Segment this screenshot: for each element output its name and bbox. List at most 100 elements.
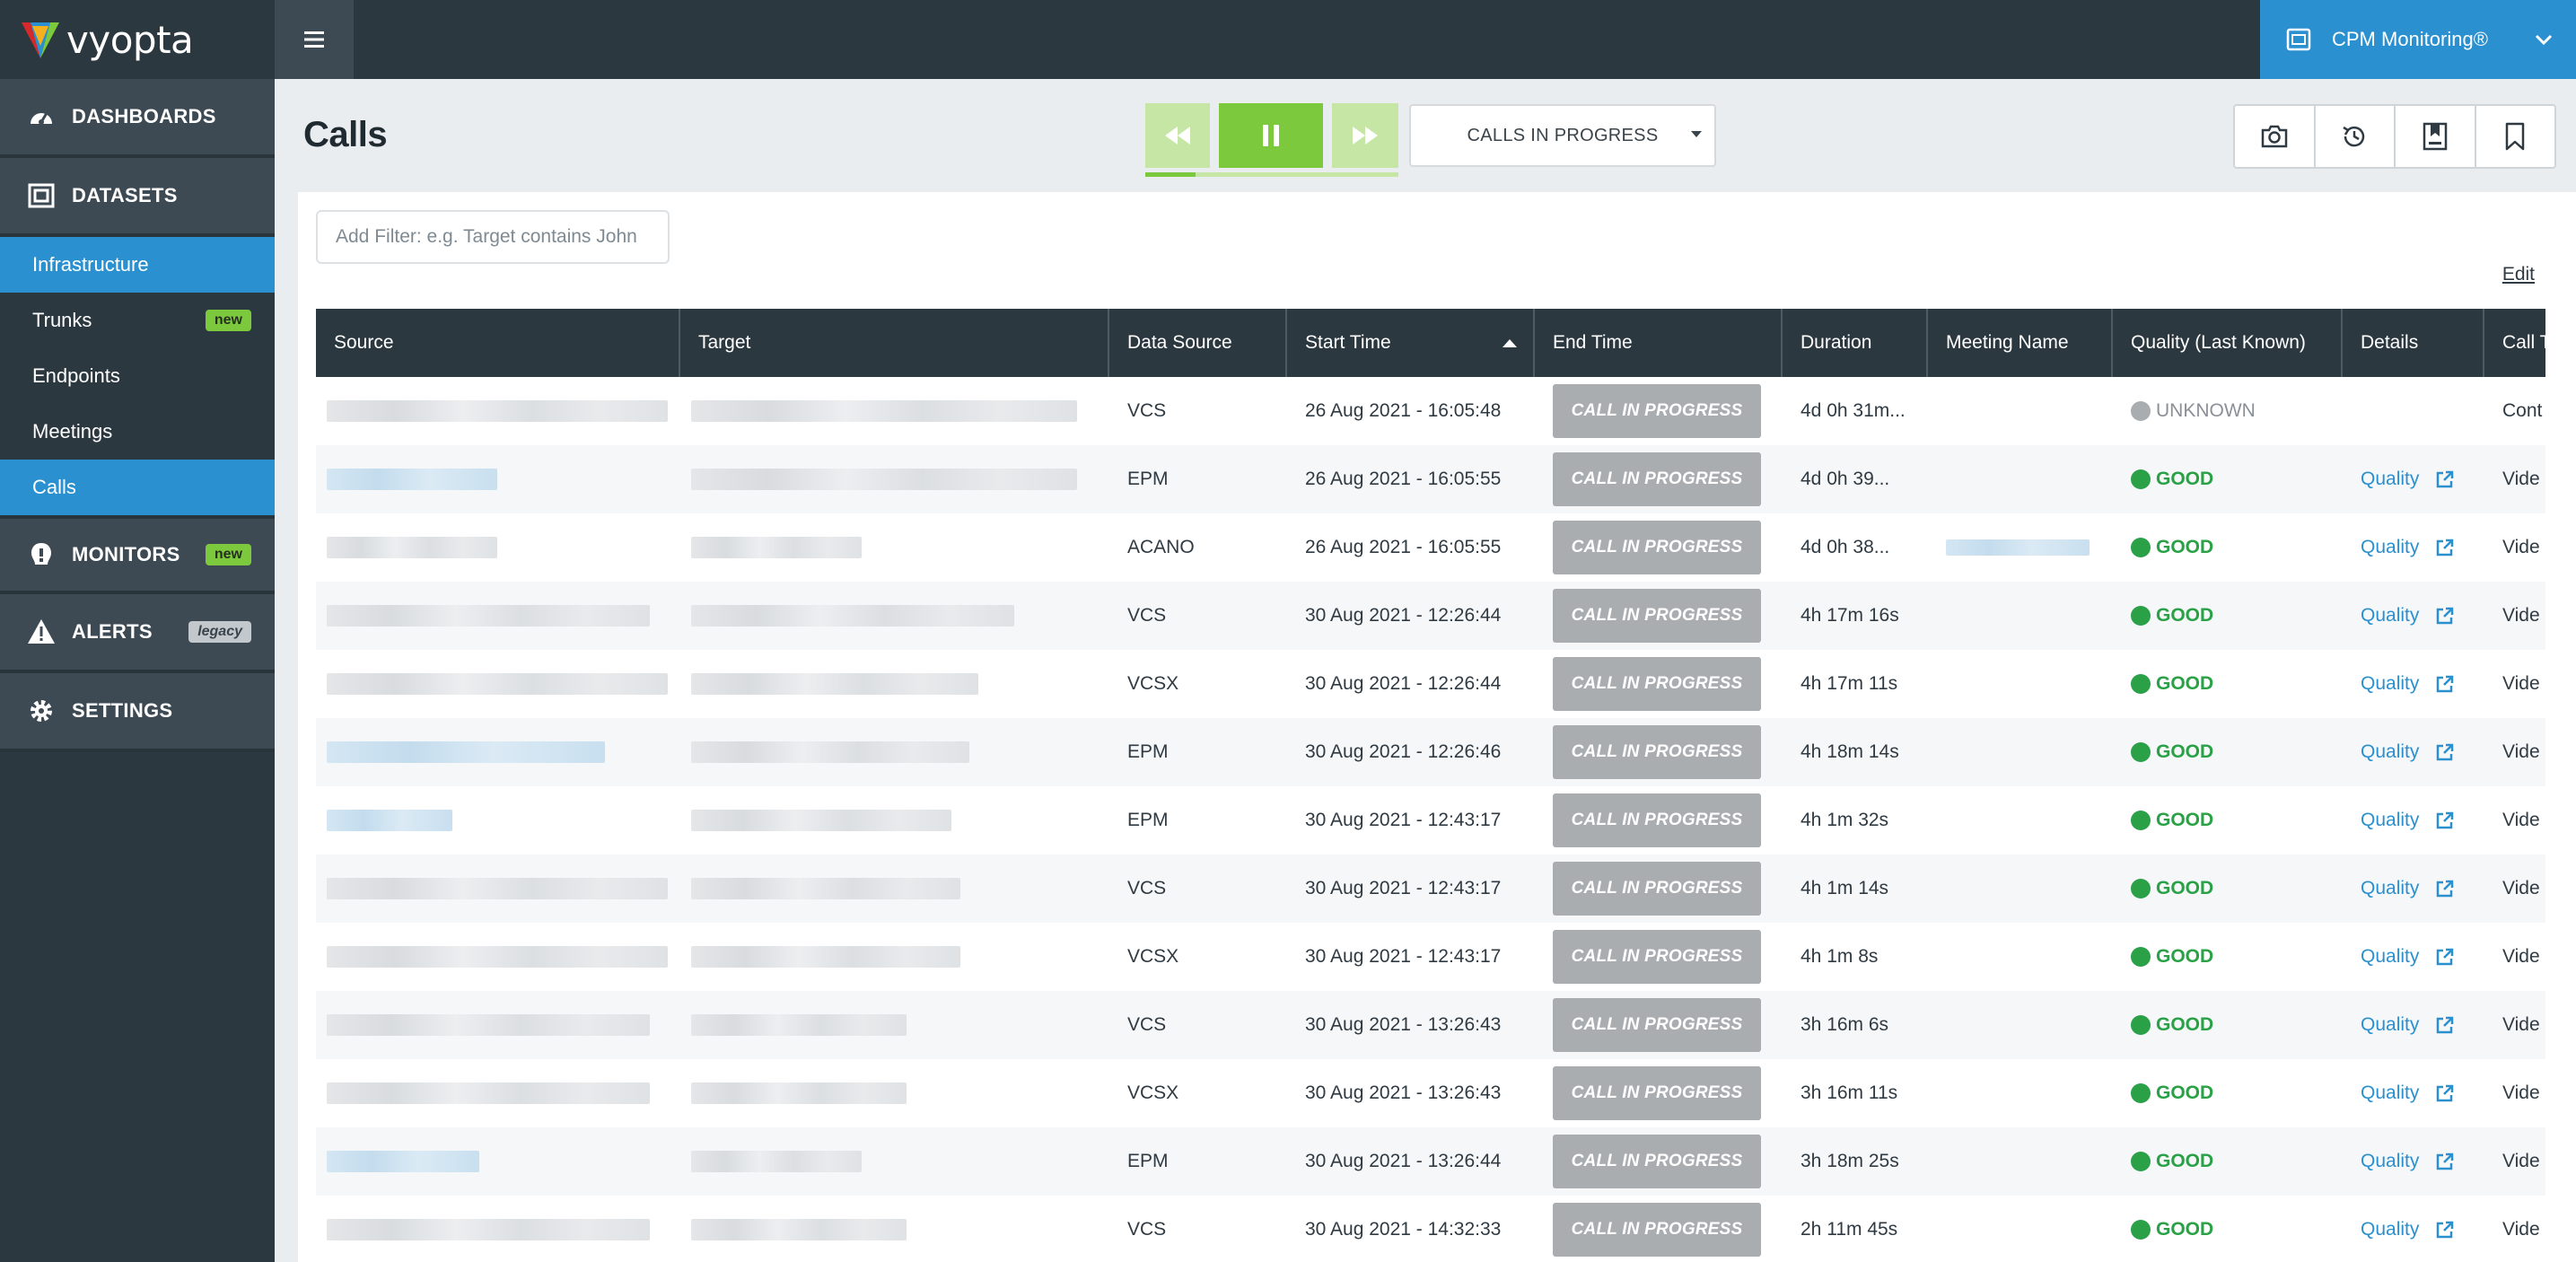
filter-input[interactable] (316, 210, 670, 264)
nav-settings[interactable]: SETTINGS (0, 673, 275, 752)
nav-dashboards[interactable]: DASHBOARDS (0, 79, 275, 158)
cell-source[interactable] (316, 1127, 680, 1196)
external-link-icon (2437, 811, 2454, 829)
table-row[interactable]: ACANO 26 Aug 2021 - 16:05:55 CALL IN PROGR… (316, 513, 2545, 582)
calls-mode-select[interactable]: CALLS IN PROGRESS (1409, 104, 1716, 167)
sidebar-item-endpoints[interactable]: Endpoints (0, 348, 275, 404)
nav-dashboards-label: DASHBOARDS (72, 105, 216, 127)
sidebar-item-trunks[interactable]: Trunks new (0, 293, 275, 348)
sidebar-item-infrastructure[interactable]: Infrastructure (0, 237, 275, 293)
quality-link[interactable]: Quality (2361, 469, 2455, 490)
quality-link[interactable]: Quality (2361, 878, 2455, 899)
column-header-meeting-name[interactable]: Meeting Name (1928, 309, 2113, 377)
cell-source[interactable] (316, 650, 680, 718)
nav-datasets[interactable]: DATASETS (0, 158, 275, 237)
table-row[interactable]: VCS 26 Aug 2021 - 16:05:48 CALL IN PROGRES… (316, 377, 2545, 445)
quality-link[interactable]: Quality (2361, 605, 2455, 627)
cell-source[interactable] (316, 377, 680, 445)
column-header-target[interactable]: Target (680, 309, 1109, 377)
cell-quality: GOOD (2113, 991, 2343, 1059)
start-time-value: 30 Aug 2021 - 13:26:43 (1305, 1014, 1502, 1035)
cell-call-type: Cont (2484, 377, 2545, 445)
history-button[interactable] (2316, 106, 2396, 167)
data-source-value: VCSX (1127, 946, 1179, 967)
save-view-button[interactable] (2396, 106, 2476, 167)
table-row[interactable]: EPM 30 Aug 2021 - 12:43:17 CALL IN PROGRES… (316, 786, 2545, 854)
cell-duration: 3h 16m 6s (1783, 991, 1928, 1059)
cell-source[interactable] (316, 582, 680, 650)
cell-source[interactable] (316, 854, 680, 923)
column-header-data-source[interactable]: Data Source (1109, 309, 1287, 377)
quality-link[interactable]: Quality (2361, 1082, 2455, 1104)
column-header-source[interactable]: Source (316, 309, 680, 377)
nav-alerts[interactable]: ALERTS legacy (0, 594, 275, 673)
cell-source[interactable] (316, 1196, 680, 1262)
sidebar-item-meetings[interactable]: Meetings (0, 404, 275, 460)
table-row[interactable]: EPM 30 Aug 2021 - 13:26:44 CALL IN PROGRES… (316, 1127, 2545, 1196)
column-header-quality[interactable]: Quality (Last Known) (2113, 309, 2343, 377)
table-row[interactable]: VCS 30 Aug 2021 - 12:26:44 CALL IN PROGRES… (316, 582, 2545, 650)
quality-link[interactable]: Quality (2361, 810, 2455, 831)
bookmark-button[interactable] (2476, 106, 2555, 167)
table-row[interactable]: VCS 30 Aug 2021 - 12:43:17 CALL IN PROGRES… (316, 854, 2545, 923)
table-row[interactable]: VCSX 30 Aug 2021 - 12:43:17 CALL IN PROGRE… (316, 923, 2545, 991)
cell-meeting-name (1928, 445, 2113, 513)
cell-end-time: CALL IN PROGRESS (1535, 991, 1783, 1059)
cell-duration: 4h 1m 32s (1783, 786, 1928, 854)
fast-forward-button[interactable] (1332, 103, 1398, 168)
table-row[interactable]: EPM 26 Aug 2021 - 16:05:55 CALL IN PROGRES… (316, 445, 2545, 513)
rewind-button[interactable] (1145, 103, 1210, 168)
cell-start-time: 26 Aug 2021 - 16:05:55 (1287, 445, 1535, 513)
table-row[interactable]: VCS 30 Aug 2021 - 13:26:43 CALL IN PROGRES… (316, 991, 2545, 1059)
column-header-duration[interactable]: Duration (1783, 309, 1928, 377)
quality-link[interactable]: Quality (2361, 946, 2455, 968)
quality-link[interactable]: Quality (2361, 537, 2455, 558)
call-type-value: Vide (2502, 810, 2540, 830)
menu-toggle-button[interactable] (275, 0, 354, 79)
quality-link[interactable]: Quality (2361, 1151, 2455, 1172)
quality-link[interactable]: Quality (2361, 741, 2455, 763)
cell-start-time: 30 Aug 2021 - 14:32:33 (1287, 1196, 1535, 1262)
external-link-icon (2437, 948, 2454, 966)
cell-source[interactable] (316, 991, 680, 1059)
brand-logo[interactable]: vyopta (0, 0, 275, 79)
cell-call-type: Vide (2484, 650, 2545, 718)
cell-end-time: CALL IN PROGRESS (1535, 1196, 1783, 1262)
cell-source[interactable] (316, 1059, 680, 1127)
cell-start-time: 30 Aug 2021 - 12:43:17 (1287, 854, 1535, 923)
product-switcher[interactable]: CPM Monitoring® (2260, 0, 2576, 79)
column-header-call-type[interactable]: Call T (2484, 309, 2545, 377)
table-row[interactable]: VCSX 30 Aug 2021 - 13:26:43 CALL IN PROGRE… (316, 1059, 2545, 1127)
cell-source[interactable] (316, 923, 680, 991)
pause-button[interactable] (1219, 103, 1323, 168)
data-source-value: EPM (1127, 469, 1169, 489)
quality-link[interactable]: Quality (2361, 673, 2455, 695)
cell-source[interactable] (316, 513, 680, 582)
edit-columns-link[interactable]: Edit (2502, 264, 2535, 285)
column-header-start-time[interactable]: Start Time (1287, 309, 1535, 377)
cell-source[interactable] (316, 718, 680, 786)
quality-status: GOOD (2131, 673, 2213, 695)
nav-monitors[interactable]: MONITORS new (0, 515, 275, 594)
cell-source[interactable] (316, 786, 680, 854)
sidebar-item-calls[interactable]: Calls (0, 460, 275, 515)
snapshot-button[interactable] (2235, 106, 2316, 167)
quality-status: GOOD (2131, 469, 2213, 490)
duration-value: 3h 16m 6s (1801, 1014, 1889, 1035)
quality-link[interactable]: Quality (2361, 1219, 2455, 1240)
quality-link[interactable]: Quality (2361, 1014, 2455, 1036)
quality-status: GOOD (2131, 946, 2213, 968)
table-row[interactable]: EPM 30 Aug 2021 - 12:26:46 CALL IN PROGRES… (316, 718, 2545, 786)
duration-value: 2h 11m 45s (1801, 1219, 1898, 1240)
column-header-details[interactable]: Details (2343, 309, 2484, 377)
cell-quality: GOOD (2113, 445, 2343, 513)
cell-source[interactable] (316, 445, 680, 513)
table-row[interactable]: VCSX 30 Aug 2021 - 12:26:44 CALL IN PROGRE… (316, 650, 2545, 718)
cell-end-time: CALL IN PROGRESS (1535, 445, 1783, 513)
table-row[interactable]: VCS 30 Aug 2021 - 14:32:33 CALL IN PROGRES… (316, 1196, 2545, 1262)
cell-meeting-name (1928, 1127, 2113, 1196)
column-header-end-time[interactable]: End Time (1535, 309, 1783, 377)
start-time-value: 30 Aug 2021 - 12:43:17 (1305, 878, 1502, 898)
cell-data-source: EPM (1109, 1127, 1287, 1196)
quality-status: GOOD (2131, 1014, 2213, 1036)
